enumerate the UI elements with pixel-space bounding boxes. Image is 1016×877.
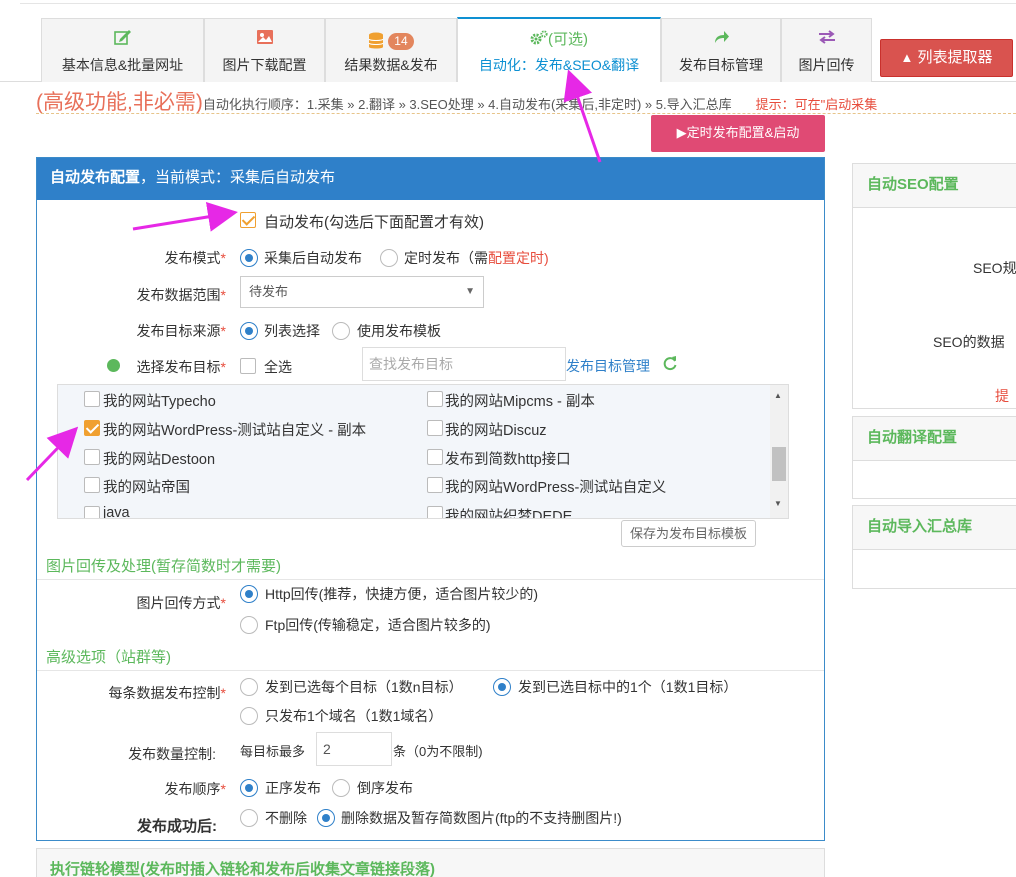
arrow-to-target	[25, 426, 79, 482]
arrow-to-checkbox	[132, 202, 238, 232]
annotation-arrows	[25, 69, 602, 482]
arrow-to-tab	[563, 69, 602, 163]
